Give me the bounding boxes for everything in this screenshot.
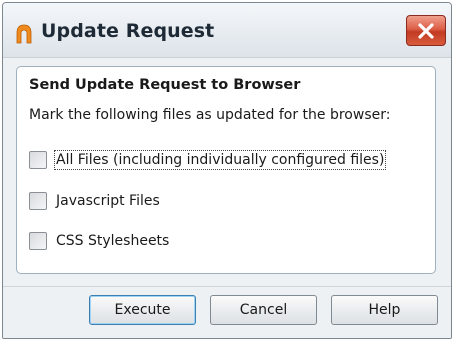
button-bar-divider	[3, 286, 451, 287]
all-files-label[interactable]: All Files (including individually config…	[53, 150, 387, 170]
help-button[interactable]: Help	[331, 295, 438, 325]
close-icon	[418, 23, 434, 39]
option-javascript-files[interactable]: Javascript Files	[29, 190, 160, 212]
javascript-files-checkbox[interactable]	[29, 192, 47, 210]
javascript-files-label[interactable]: Javascript Files	[56, 193, 160, 209]
option-css-stylesheets[interactable]: CSS Stylesheets	[29, 230, 169, 252]
title-bar[interactable]: Update Request	[3, 3, 451, 58]
instruction-text: Mark the following files as updated for …	[29, 107, 391, 123]
execute-button[interactable]: Execute	[89, 295, 196, 325]
window-title: Update Request	[41, 20, 215, 42]
update-request-group: Send Update Request to Browser Mark the …	[16, 66, 436, 274]
dialog-content: Send Update Request to Browser Mark the …	[3, 58, 451, 338]
group-header: Send Update Request to Browser	[29, 77, 301, 93]
close-button[interactable]	[406, 15, 446, 46]
cancel-button[interactable]: Cancel	[210, 295, 317, 325]
css-stylesheets-label[interactable]: CSS Stylesheets	[56, 233, 169, 249]
dialog-window: Update Request Send Update Request to Br…	[2, 2, 452, 339]
css-stylesheets-checkbox[interactable]	[29, 232, 47, 250]
option-all-files[interactable]: All Files (including individually config…	[29, 149, 387, 171]
app-logo-icon	[15, 24, 33, 44]
all-files-checkbox[interactable]	[29, 151, 47, 169]
